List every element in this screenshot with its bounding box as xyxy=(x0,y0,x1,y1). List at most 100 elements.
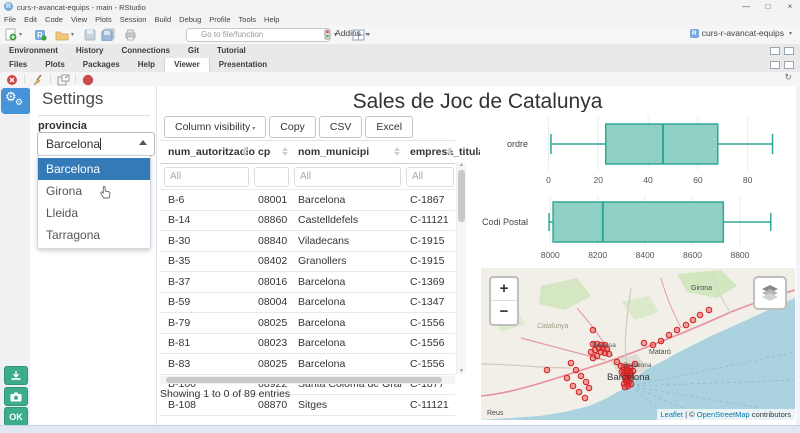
table-row[interactable]: B-8108023BarcelonaC-1556 xyxy=(160,334,455,355)
map-marker[interactable] xyxy=(590,327,596,333)
map-layers-control[interactable] xyxy=(753,276,787,310)
table-row[interactable]: B-1408860CastelldefelsC-11121 xyxy=(160,211,455,232)
table-row[interactable]: B-608001BarcelonaC-1867 xyxy=(160,190,455,211)
column-filter-nom_municipi[interactable] xyxy=(294,167,401,187)
save-button[interactable] xyxy=(84,28,96,41)
table-row[interactable]: B-5908004BarcelonaC-1347 xyxy=(160,293,455,314)
column-header-empresa_titular[interactable]: empresa_titular xyxy=(402,146,455,158)
map-marker[interactable] xyxy=(666,332,672,338)
map-marker[interactable] xyxy=(588,349,594,355)
map-marker[interactable] xyxy=(576,389,582,395)
menu-item-build[interactable]: Build xyxy=(150,13,175,26)
provincia-select[interactable]: Barcelona xyxy=(37,132,155,156)
map-marker[interactable] xyxy=(586,385,592,391)
map-marker[interactable] xyxy=(570,383,576,389)
pane-minimize-icon[interactable] xyxy=(770,61,780,69)
map-marker[interactable] xyxy=(706,307,712,313)
column-filter-num_autoritzacio[interactable] xyxy=(164,167,249,187)
menu-item-debug[interactable]: Debug xyxy=(175,13,205,26)
map-marker[interactable] xyxy=(564,375,570,381)
table-row[interactable]: B-7908025BarcelonaC-1556 xyxy=(160,313,455,334)
map-marker[interactable] xyxy=(544,367,550,373)
table-row[interactable]: B-3708016BarcelonaC-1369 xyxy=(160,272,455,293)
map-marker[interactable] xyxy=(582,395,588,401)
tab-connections[interactable]: Connections xyxy=(112,44,178,58)
dt-button-copy[interactable]: Copy xyxy=(269,116,316,138)
map-marker[interactable] xyxy=(674,327,680,333)
addins-menu[interactable]: Addins ▾ xyxy=(335,28,368,38)
map-marker[interactable] xyxy=(606,351,612,357)
zoom-in-button[interactable]: + xyxy=(491,278,517,301)
goto-file-input[interactable]: Go to file/function xyxy=(186,28,330,42)
ok-button[interactable]: OK xyxy=(4,407,28,426)
leaflet-map[interactable]: GironaCatalunyaTerrassaMataróBadalonaBar… xyxy=(481,268,795,420)
scrollbar-thumb[interactable] xyxy=(458,170,465,222)
dropdown-option-tarragona[interactable]: Tarragona xyxy=(38,224,150,246)
dt-button-column-visibility[interactable]: Column visibility▾ xyxy=(164,116,266,138)
print-button[interactable] xyxy=(124,28,137,41)
tab-presentation[interactable]: Presentation xyxy=(210,58,276,72)
map-marker[interactable] xyxy=(578,373,584,379)
map-marker[interactable] xyxy=(614,359,620,365)
tab-plots[interactable]: Plots xyxy=(36,58,74,72)
menu-item-help[interactable]: Help xyxy=(260,13,283,26)
camera-button[interactable] xyxy=(4,387,28,406)
map-marker[interactable] xyxy=(573,367,579,373)
new-project-button[interactable]: R xyxy=(34,28,47,41)
column-header-nom_municipi[interactable]: nom_municipi xyxy=(290,146,402,158)
map-marker[interactable] xyxy=(650,342,656,348)
dt-button-excel[interactable]: Excel xyxy=(365,116,413,138)
project-selector[interactable]: R curs-r-avancat-equips ▾ xyxy=(690,28,792,38)
menu-item-profile[interactable]: Profile xyxy=(205,13,234,26)
pane-maximize-icon[interactable] xyxy=(784,47,794,55)
refresh-viewer-icon[interactable]: ↻ xyxy=(784,72,792,83)
horizontal-scrollbar[interactable] xyxy=(160,376,455,384)
dt-button-csv[interactable]: CSV xyxy=(319,116,363,138)
column-filter-cp[interactable] xyxy=(254,167,289,187)
menu-item-session[interactable]: Session xyxy=(116,13,151,26)
maximize-button[interactable]: □ xyxy=(758,0,778,13)
leaflet-link[interactable]: Leaflet xyxy=(661,410,684,419)
map-marker[interactable] xyxy=(568,360,574,366)
map-marker[interactable] xyxy=(683,322,689,328)
column-header-cp[interactable]: cp xyxy=(250,146,290,158)
scrollbar-thumb[interactable] xyxy=(166,377,442,383)
tab-history[interactable]: History xyxy=(67,44,113,58)
settings-gear-badge[interactable]: ⚙ ⚙ xyxy=(1,88,31,114)
new-file-button[interactable]: ▾ xyxy=(5,28,22,41)
save-all-button[interactable] xyxy=(101,28,115,41)
column-header-num_autoritzacio[interactable]: num_autoritzacio xyxy=(160,146,250,158)
tab-environment[interactable]: Environment xyxy=(0,44,67,58)
menu-item-code[interactable]: Code xyxy=(41,13,67,26)
minimize-button[interactable]: — xyxy=(736,0,756,13)
vertical-scrollbar[interactable]: ▲▼ xyxy=(456,162,466,374)
table-row[interactable]: B-3008840ViladecansC-1915 xyxy=(160,231,455,252)
pane-restore-icon[interactable] xyxy=(770,47,780,55)
download-button[interactable] xyxy=(4,366,28,385)
column-filter-empresa_titular[interactable] xyxy=(406,167,454,187)
table-row[interactable]: B-3508402GranollersC-1915 xyxy=(160,252,455,273)
map-marker[interactable] xyxy=(690,317,696,323)
map-marker[interactable] xyxy=(622,384,628,390)
menu-item-plots[interactable]: Plots xyxy=(91,13,116,26)
menu-item-file[interactable]: File xyxy=(0,13,20,26)
tab-files[interactable]: Files xyxy=(0,58,36,72)
menu-item-edit[interactable]: Edit xyxy=(20,13,41,26)
menu-item-tools[interactable]: Tools xyxy=(235,13,261,26)
dropdown-option-girona[interactable]: Girona xyxy=(38,180,150,202)
tab-viewer[interactable]: Viewer xyxy=(164,58,210,72)
map-marker[interactable] xyxy=(583,379,589,385)
close-button[interactable]: × xyxy=(780,0,800,13)
dropdown-option-lleida[interactable]: Lleida xyxy=(38,202,150,224)
map-marker[interactable] xyxy=(641,340,647,346)
tab-tutorial[interactable]: Tutorial xyxy=(208,44,255,58)
map-marker[interactable] xyxy=(658,338,664,344)
map-marker[interactable] xyxy=(590,355,596,361)
pane-maximize-icon[interactable] xyxy=(784,61,794,69)
map-marker[interactable] xyxy=(697,312,703,318)
zoom-out-button[interactable]: − xyxy=(491,301,517,323)
tab-git[interactable]: Git xyxy=(179,44,208,58)
open-file-button[interactable]: ▾ xyxy=(55,28,74,41)
table-row[interactable]: B-8308025BarcelonaC-1556 xyxy=(160,354,455,375)
tab-packages[interactable]: Packages xyxy=(74,58,129,72)
